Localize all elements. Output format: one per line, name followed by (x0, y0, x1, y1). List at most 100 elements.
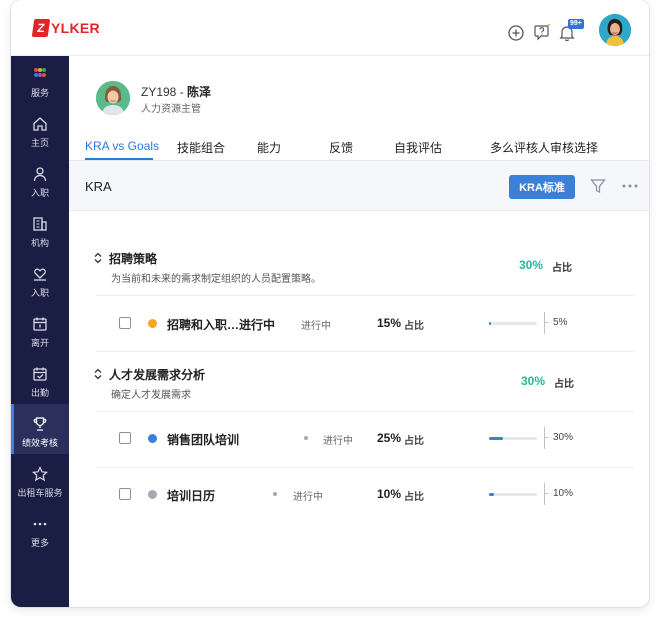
building-icon (33, 217, 47, 231)
dots-icon (33, 522, 47, 526)
sidebar-item-label: 出租车服务 (17, 488, 63, 498)
progress-marker (544, 427, 548, 449)
filter-icon[interactable] (590, 178, 606, 194)
user-avatar[interactable] (599, 14, 631, 46)
employee-role: 人力资源主管 (141, 104, 201, 115)
separator-dot (273, 492, 277, 496)
section-weight-unit: 占比 (552, 263, 572, 274)
progress-fill (489, 437, 504, 440)
tab-skill-set[interactable]: 技能组合 (177, 139, 225, 156)
progress-bar (489, 437, 537, 440)
user-icon (33, 167, 47, 182)
goal-status: 进行中 (301, 321, 331, 332)
sidebar-item-label: 服务 (30, 88, 49, 98)
section-weight: 30% (519, 258, 544, 272)
sidebar-item-organization[interactable]: 机构 (11, 214, 69, 262)
goal-checkbox[interactable] (119, 488, 131, 500)
top-bar: Z YLKER 99+ (11, 0, 649, 56)
sidebar-item-label: 出勤 (30, 388, 49, 398)
tab-kra-vs-goals[interactable]: KRA vs Goals (85, 139, 159, 153)
divider (96, 467, 634, 468)
section-weight: 30% (521, 374, 546, 388)
progress-value: 30% (553, 432, 574, 443)
goal-weight-unit: 占比 (404, 321, 424, 332)
goal-row: 招聘和入职…进行中 进行中 15% 占比 5% (69, 303, 649, 343)
app-window: Z YLKER 99+ 服务 主页 入职 机构 入职 离开 出勤 绩效考核 出租… (11, 0, 649, 607)
sidebar-item-services[interactable]: 服务 (11, 64, 69, 112)
kra-section: 招聘策略 为当前和未来的需求制定组织的人员配置策略。 30% 占比 (69, 243, 649, 299)
brand-logo[interactable]: Z YLKER (31, 19, 100, 37)
employee-name: 陈泽 (187, 85, 212, 99)
sidebar-item-leave[interactable]: 离开 (11, 314, 69, 362)
tab-competency[interactable]: 能力 (257, 139, 281, 156)
section-description: 为当前和未来的需求制定组织的人员配置策略。 (111, 274, 321, 285)
employee-id: ZY198 - (141, 85, 184, 99)
progress-fill (489, 493, 494, 496)
notification-badge: 99+ (568, 19, 584, 29)
goal-weight-unit: 占比 (404, 492, 424, 503)
sidebar-item-label: 入职 (30, 288, 49, 298)
heart-hands-icon (34, 268, 46, 281)
more-options-icon[interactable] (622, 184, 638, 188)
sidebar-item-performance[interactable]: 绩效考核 (11, 404, 69, 454)
sidebar-item-label: 入职 (30, 188, 49, 198)
logo-mark: Z (31, 19, 51, 37)
kra-section: 人才发展需求分析 确定人才发展需求 30% 占比 (69, 359, 649, 415)
sidebar-item-taxi[interactable]: 出租车服务 (11, 464, 69, 512)
calendar-check-icon (33, 367, 47, 381)
add-circle-icon[interactable] (507, 24, 525, 42)
kra-criteria-button[interactable]: KRA标准 (509, 175, 575, 199)
separator-dot (304, 436, 308, 440)
status-dot (148, 319, 157, 328)
goal-name[interactable]: 招聘和入职…进行中 (167, 316, 275, 333)
tab-reviewer-selection[interactable]: 多么评核人审核选择 (490, 139, 598, 156)
section-title: 人才发展需求分析 (109, 368, 206, 382)
profile-name-line: ZY198 - 陈泽 (141, 83, 211, 100)
status-dot (148, 490, 157, 499)
section-title: 招聘策略 (109, 252, 158, 266)
sidebar-item-home[interactable]: 主页 (11, 114, 69, 162)
calendar-icon (33, 317, 47, 331)
trophy-icon (33, 417, 47, 431)
goal-status: 进行中 (293, 492, 323, 503)
tab-bar: KRA vs Goals 技能组合 能力 反馈 自我评估 多么评核人审核选择 (69, 136, 649, 162)
divider (96, 295, 634, 296)
divider (96, 411, 634, 412)
goal-weight-unit: 占比 (404, 436, 424, 447)
progress-bar (489, 322, 537, 325)
sidebar-item-label: 离开 (30, 338, 49, 348)
goal-weight: 10% (377, 487, 402, 501)
progress-marker (544, 312, 548, 334)
goal-weight: 25% (377, 431, 402, 445)
expand-collapse-icon[interactable] (93, 252, 103, 264)
sidebar-item-label: 机构 (30, 238, 49, 248)
main-content: ZY198 - 陈泽 人力资源主管 KRA vs Goals 技能组合 能力 反… (69, 56, 649, 607)
home-icon (33, 117, 47, 131)
sidebar-item-more[interactable]: 更多 (11, 514, 69, 562)
sidebar-item-onboarding-2[interactable]: 入职 (11, 264, 69, 312)
goal-row: 销售团队培训 进行中 25% 占比 30% (69, 418, 649, 458)
goal-name[interactable]: 销售团队培训 (167, 431, 239, 448)
sidebar-item-label: 主页 (30, 138, 49, 148)
sidebar-item-label: 绩效考核 (21, 438, 58, 448)
profile-avatar (96, 81, 130, 115)
section-description: 确定人才发展需求 (111, 390, 191, 401)
status-dot (148, 434, 157, 443)
tab-feedback[interactable]: 反馈 (329, 139, 353, 156)
sidebar-item-label: 更多 (30, 538, 49, 548)
goal-checkbox[interactable] (119, 432, 131, 444)
help-icon[interactable] (533, 23, 551, 41)
progress-bar (489, 493, 537, 496)
goal-name[interactable]: 培训日历 (167, 487, 215, 504)
kra-header: KRA KRA标准 (69, 161, 649, 211)
progress-fill (489, 322, 492, 325)
goal-row: 培训日历 进行中 10% 占比 10% (69, 474, 649, 514)
goal-checkbox[interactable] (119, 317, 131, 329)
expand-collapse-icon[interactable] (93, 368, 103, 380)
star-icon (32, 466, 48, 482)
kra-title: KRA (85, 179, 112, 194)
progress-marker (544, 483, 548, 505)
goal-status: 进行中 (323, 436, 353, 447)
tab-self-appraisal[interactable]: 自我评估 (394, 139, 442, 156)
sidebar-item-onboarding[interactable]: 入职 (11, 164, 69, 212)
